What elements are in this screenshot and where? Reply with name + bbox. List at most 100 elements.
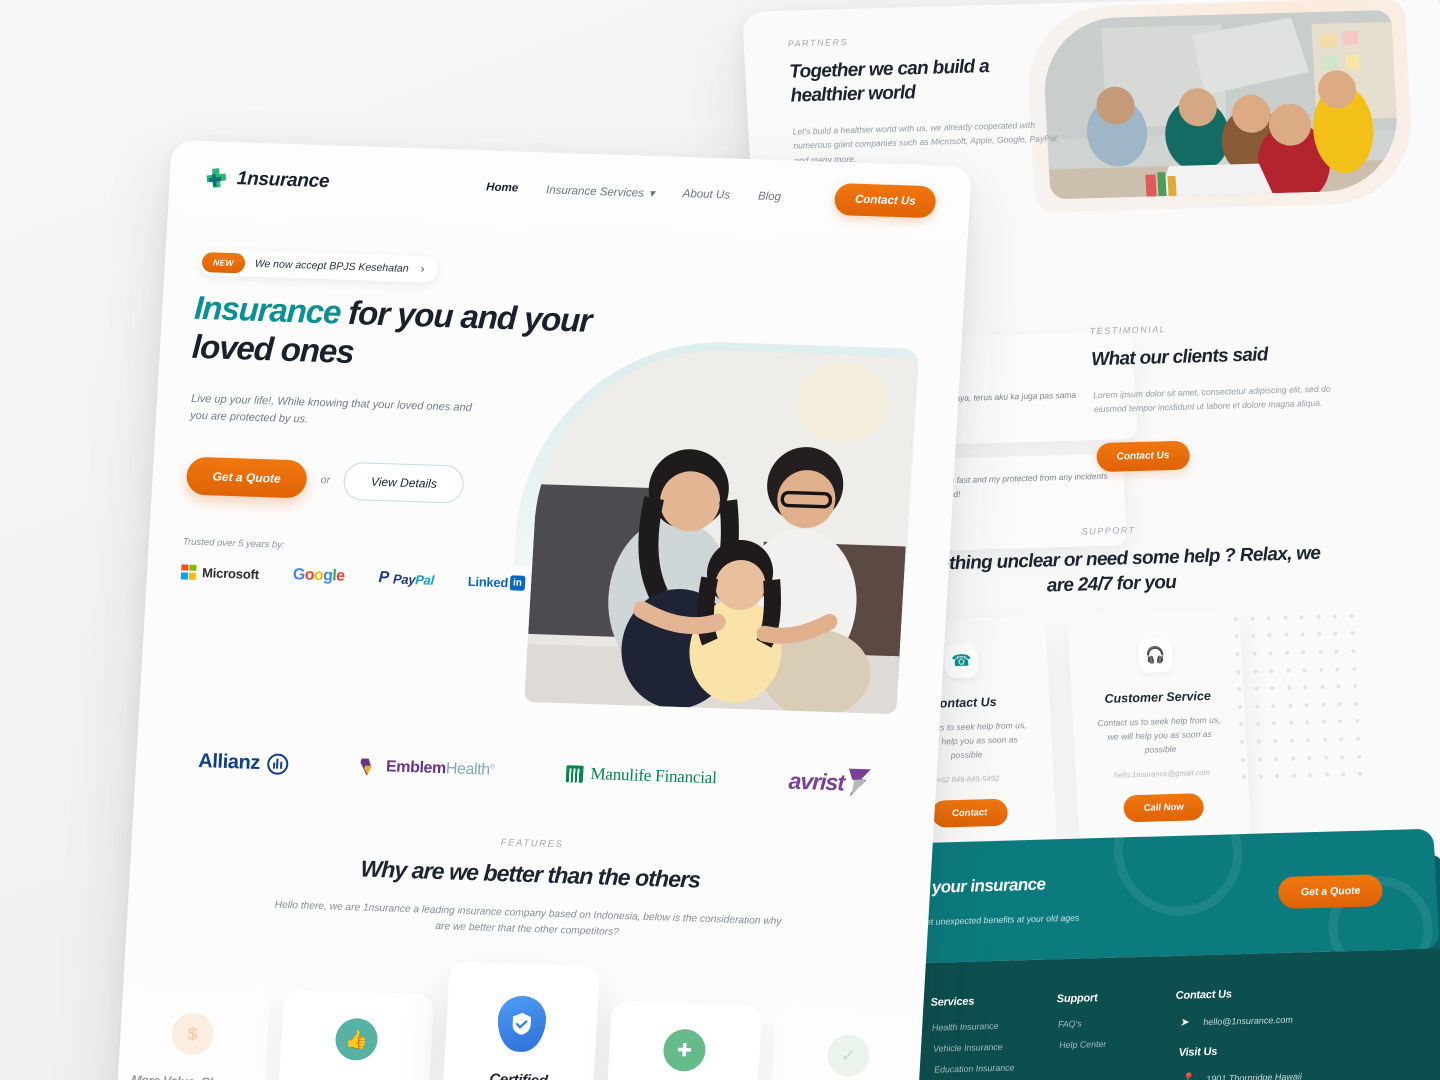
partner-logo-strip: Allianz EmblemHealth® Manulife Financial… — [133, 699, 940, 845]
support-contact-button[interactable]: Contact — [931, 798, 1009, 828]
allianz-logo: Allianz — [198, 750, 289, 776]
brand-logo[interactable]: 1nsurance — [203, 166, 330, 194]
footer-link[interactable]: Health Insurance — [932, 1021, 1013, 1033]
nav-link-about-us[interactable]: About Us — [682, 188, 730, 202]
manulife-mark-icon — [565, 764, 584, 783]
avrist-label: avrist — [788, 767, 845, 795]
promo-pill[interactable]: NEW We now accept BPJS Kesehatan › — [198, 248, 440, 283]
feature-card-certified[interactable]: Certified Platform In 5 years we already… — [438, 961, 601, 1080]
hero-actions: Get a Quote or View Details — [185, 456, 465, 504]
footer-link[interactable]: Help Center — [1059, 1039, 1106, 1050]
chevron-right-icon: › — [420, 263, 425, 276]
support-title: Something unclear or need some help ? Re… — [899, 542, 1321, 597]
footer-column-contact: Contact Us ➤ hello@1nsurance.com Visit U… — [1175, 987, 1303, 1080]
feature-card[interactable]: 👍 5+ Years Experience In here we will en… — [273, 989, 435, 1080]
footer-email-row[interactable]: ➤ hello@1nsurance.com — [1177, 1013, 1299, 1029]
footer-address-row: 📍 1901 Thornridge Hawaii — [1180, 1069, 1302, 1080]
footer-heading: Services — [930, 995, 975, 1009]
chevron-down-icon: ▾ — [648, 187, 655, 201]
nav-contact-us-button[interactable]: Contact Us — [834, 183, 937, 219]
hero-title-highlight: Insurance — [193, 288, 342, 331]
testimonial-contact-button[interactable]: Contact Us — [1095, 440, 1191, 473]
feature-card-title: More Value, Cheaper Price — [130, 1073, 250, 1080]
microsoft-grid-icon — [180, 563, 197, 580]
hero-family-photo — [524, 344, 917, 715]
phone-icon: ☎ — [943, 643, 980, 679]
footer-column-support: Support FAQ's Help Center — [1056, 992, 1109, 1080]
linkedin-label: Linked — [467, 573, 509, 590]
support-card-meta: hello.1nsurance@gmail.com — [1113, 767, 1210, 780]
first-aid-kit-icon: ✚ — [662, 1028, 707, 1072]
manulife-label: Manulife Financial — [589, 764, 718, 788]
microsoft-label: Microsoft — [201, 564, 260, 582]
or-separator: or — [320, 474, 331, 487]
testimonial-section: TESTIMONIAL What our clients said Lorem … — [1089, 319, 1348, 473]
testimonial-eyebrow: TESTIMONIAL — [1089, 324, 1167, 337]
footer-visit-heading: Visit Us — [1178, 1045, 1218, 1059]
nav-link-insurance-services[interactable]: Insurance Services ▾ — [546, 182, 655, 200]
cta-band-quote-button[interactable]: Get a Quote — [1278, 874, 1384, 910]
footer-link[interactable]: Education Insurance — [934, 1062, 1015, 1074]
partners-title: Together we can build a healthier world — [788, 56, 990, 107]
trusted-label: Trusted over 5 years by: — [182, 536, 285, 551]
footer-email: hello@1nsurance.com — [1202, 1014, 1294, 1027]
emblem-chevron-icon — [359, 756, 380, 777]
nav-link-home[interactable]: Home — [486, 181, 519, 194]
brand-name: 1nsurance — [236, 168, 330, 193]
trusted-logos-row: Microsoft Google P PayPal Linked in — [180, 562, 526, 591]
feature-cards: $ More Value, Cheaper Price We assure yo… — [113, 961, 972, 1080]
footer-heading: Support — [1056, 992, 1098, 1006]
avrist-swoosh-icon — [839, 766, 875, 799]
allianz-label: Allianz — [197, 749, 261, 774]
support-section: SUPPORT Something unclear or need some h… — [888, 520, 1332, 604]
support-card-text: Contact us to seek help from us, we will… — [1097, 714, 1221, 756]
partners-eyebrow: PARTNERS — [787, 37, 849, 49]
support-card-customer-service[interactable]: 🎧 Customer Service Contact us to seek he… — [1067, 610, 1252, 846]
mockup-canvas: PARTNERS Together we can build a healthi… — [0, 0, 1440, 1080]
paypal-label: PayPal — [392, 570, 435, 588]
partners-section: PARTNERS Together we can build a healthi… — [788, 31, 1065, 168]
google-logo: Google — [292, 566, 345, 585]
testimonial-text: Lorem ipsum dolor sit amet, consectetur … — [1092, 383, 1331, 415]
feature-card[interactable]: $ More Value, Cheaper Price We assure yo… — [113, 984, 271, 1080]
emblemhealth-label: EmblemHealth® — [385, 758, 495, 779]
nav-links: Home Insurance Services ▾ About Us Blog C… — [485, 171, 937, 219]
linkedin-logo: Linked in — [467, 573, 526, 591]
paypal-p-icon: P — [377, 568, 390, 587]
get-a-quote-button[interactable]: Get a Quote — [185, 456, 308, 499]
feature-card[interactable]: ✓ Plan Your Future We have the best insu… — [765, 1006, 927, 1080]
support-call-now-button[interactable]: Call Now — [1122, 792, 1205, 822]
page-title: Insurance for you and your loved ones — [191, 289, 615, 381]
promo-badge: NEW — [201, 252, 246, 274]
features-subtitle: Hello there, we are 1nsurance a leading … — [274, 899, 782, 939]
avrist-logo: avrist — [788, 765, 875, 800]
linkedin-in-icon: in — [509, 574, 526, 591]
footer-link[interactable]: FAQ's — [1058, 1018, 1105, 1030]
nav-link-label: Insurance Services — [545, 184, 645, 200]
hero-subtitle: Live up your life!, While knowing that y… — [189, 392, 473, 426]
footer-column-services: Services Health Insurance Vehicle Insura… — [930, 995, 1016, 1080]
shield-check-icon — [496, 995, 548, 1053]
partners-text: Let's build a healthier world with us, w… — [792, 119, 1060, 166]
thumbs-up-icon: 👍 — [334, 1017, 379, 1062]
footer-contact-heading: Contact Us — [1175, 988, 1233, 1002]
team-photo — [1040, 9, 1401, 200]
microsoft-logo: Microsoft — [180, 563, 260, 582]
nav-link-blog[interactable]: Blog — [758, 190, 782, 203]
emblemhealth-logo: EmblemHealth® — [359, 756, 495, 780]
footer-address: 1901 Thornridge Hawaii — [1205, 1070, 1303, 1080]
paypal-logo: P PayPal — [377, 568, 435, 588]
allianz-mark-icon — [266, 752, 289, 775]
send-icon: ➤ — [1179, 1016, 1190, 1029]
headset-icon: 🎧 — [1137, 638, 1174, 673]
leaf-icon: ✓ — [826, 1034, 871, 1078]
main-landing-page-panel: 1nsurance Home Insurance Services ▾ About… — [113, 140, 972, 1080]
footer-link[interactable]: Vehicle Insurance — [933, 1041, 1014, 1054]
promo-text: We now accept BPJS Kesehatan — [254, 257, 409, 275]
feature-card-title: Certified Platform — [458, 1070, 578, 1080]
feature-card[interactable]: ✚ 24/7 Service Need help for your insura… — [601, 1000, 763, 1080]
testimonial-title: What our clients said — [1090, 344, 1269, 371]
map-pin-icon: 📍 — [1180, 1073, 1195, 1080]
view-details-button[interactable]: View Details — [342, 461, 465, 504]
dot-pattern-decoration — [1227, 607, 1369, 786]
